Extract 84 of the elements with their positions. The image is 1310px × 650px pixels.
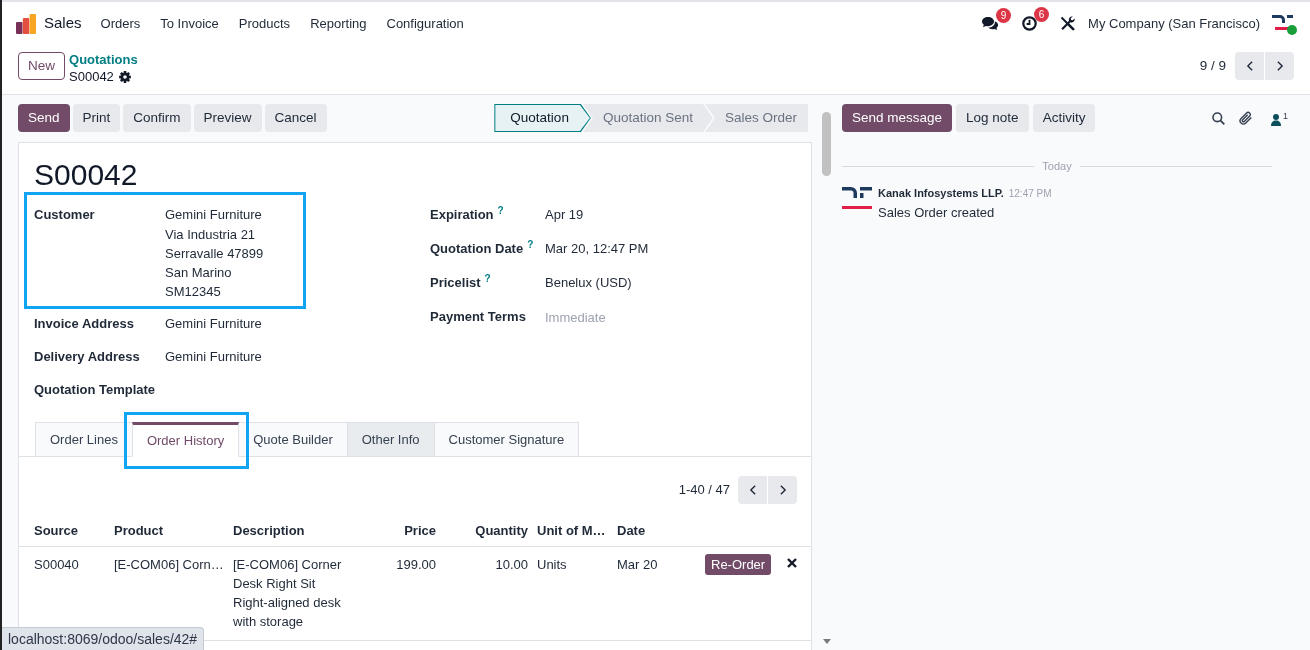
table-cell: Mar 20: [612, 546, 697, 640]
customer-field[interactable]: Gemini Furniture: [165, 205, 264, 225]
pager-value: 1-40 / 47: [678, 481, 730, 500]
help-tooltip-mark[interactable]: ?: [484, 273, 491, 285]
action-button[interactable]: Preview: [193, 104, 262, 132]
next-button[interactable]: [768, 476, 797, 504]
field-value[interactable]: Apr 19: [545, 205, 584, 225]
previous-button[interactable]: [738, 476, 767, 504]
breadcrumb-link[interactable]: Quotations: [69, 52, 138, 68]
table-cell: [E-COM06] Corner Desk Right Sit Right-aligned desk with storage: [225, 546, 365, 640]
chatter-button[interactable]: Send message: [842, 104, 953, 132]
tab[interactable]: Quote Builder: [238, 422, 348, 457]
address-field[interactable]: Gemini Furniture: [165, 314, 262, 334]
paperclip-icon[interactable]: [1239, 110, 1253, 126]
address-text: Via Industria 21 Serravalle 47899 San Marino SM12345: [165, 226, 264, 301]
message-body: Sales Order created: [878, 204, 996, 222]
menu-item[interactable]: Configuration: [377, 8, 473, 39]
table-cell: 199.00: [365, 546, 444, 640]
menu-item[interactable]: Reporting: [301, 8, 376, 39]
browser-status-url: localhost:8069/odoo/sales/42#: [2, 627, 205, 650]
table-cell: Units: [532, 546, 612, 640]
status-stage[interactable]: Sales Order: [704, 104, 808, 132]
field-label: Pricelist: [430, 274, 481, 292]
chatter-button[interactable]: Activity: [1032, 104, 1096, 132]
action-button[interactable]: Confirm: [123, 104, 191, 132]
field-label: Delivery Address: [34, 349, 140, 364]
action-button[interactable]: Print: [72, 104, 121, 132]
payment-terms-field[interactable]: Immediate: [545, 307, 611, 327]
settings-icon[interactable]: [118, 70, 131, 83]
field-label: Customer: [34, 207, 95, 222]
chatter-button[interactable]: Log note: [956, 104, 1029, 132]
field-label: Quotation Template: [34, 382, 156, 397]
app-name: Sales: [44, 13, 82, 34]
table-cell: 10.00: [444, 546, 532, 640]
column-header[interactable]: Price: [365, 512, 444, 546]
notification-badge: 9: [996, 7, 1012, 23]
search-icon[interactable]: [1212, 111, 1225, 125]
chat-icon[interactable]: [982, 16, 1000, 31]
record-title: S00042: [33, 157, 139, 193]
scrollbar-thumb[interactable]: [822, 112, 831, 176]
previous-button[interactable]: [1235, 52, 1264, 80]
person-icon: [1271, 113, 1281, 126]
field-label: Quotation Date: [430, 240, 524, 258]
action-button[interactable]: Send: [18, 104, 70, 132]
message-time: 12:47 PM: [1008, 187, 1052, 201]
field-label: Invoice Address: [34, 316, 134, 331]
clock-icon[interactable]: [1022, 16, 1038, 31]
field-value[interactable]: Benelux (USD): [545, 273, 632, 293]
column-header[interactable]: Source: [19, 512, 106, 546]
message-author: Kanak Infosystems LLP.: [878, 186, 1004, 200]
menu-item[interactable]: Orders: [91, 8, 150, 39]
date-separator: Today: [1041, 158, 1073, 174]
close-icon[interactable]: [787, 557, 797, 568]
tools-icon[interactable]: [1060, 16, 1076, 31]
followers-button[interactable]: 1: [1271, 110, 1288, 126]
notification-badge: 6: [1034, 7, 1050, 22]
column-header[interactable]: Product: [106, 512, 225, 546]
menu-item[interactable]: To Invoice: [151, 8, 228, 39]
tab[interactable]: Order History: [131, 422, 240, 457]
field-value[interactable]: Mar 20, 12:47 PM: [545, 239, 649, 259]
next-button[interactable]: [1265, 52, 1294, 80]
reorder-button[interactable]: Re-Order: [705, 553, 772, 575]
tab[interactable]: Order Lines: [35, 422, 133, 457]
pager-value: 9 / 9: [1199, 56, 1226, 75]
status-stage[interactable]: Quotation Sent: [582, 104, 713, 132]
column-header[interactable]: Date: [612, 512, 697, 546]
action-button[interactable]: Cancel: [264, 104, 327, 132]
field-label: Expiration: [430, 206, 494, 224]
app-logo-icon[interactable]: [16, 13, 36, 34]
column-header[interactable]: Description: [225, 512, 365, 546]
tab[interactable]: Other Info: [346, 422, 435, 457]
column-header[interactable]: Unit of M…: [532, 512, 612, 546]
help-tooltip-mark[interactable]: ?: [527, 239, 534, 251]
column-header[interactable]: Quantity: [444, 512, 532, 546]
address-field[interactable]: Gemini Furniture: [165, 347, 262, 367]
record-name: S00042: [69, 68, 114, 85]
tab[interactable]: Customer Signature: [433, 422, 580, 457]
help-tooltip-mark[interactable]: ?: [497, 205, 504, 217]
scroll-down-arrow-icon[interactable]: [823, 639, 831, 644]
new-button[interactable]: New: [18, 52, 65, 80]
status-stage[interactable]: Quotation: [494, 104, 591, 132]
field-label: Payment Terms: [430, 308, 526, 326]
company-switcher[interactable]: My Company (San Francisco): [1088, 13, 1260, 34]
menu-item[interactable]: Products: [229, 8, 300, 39]
